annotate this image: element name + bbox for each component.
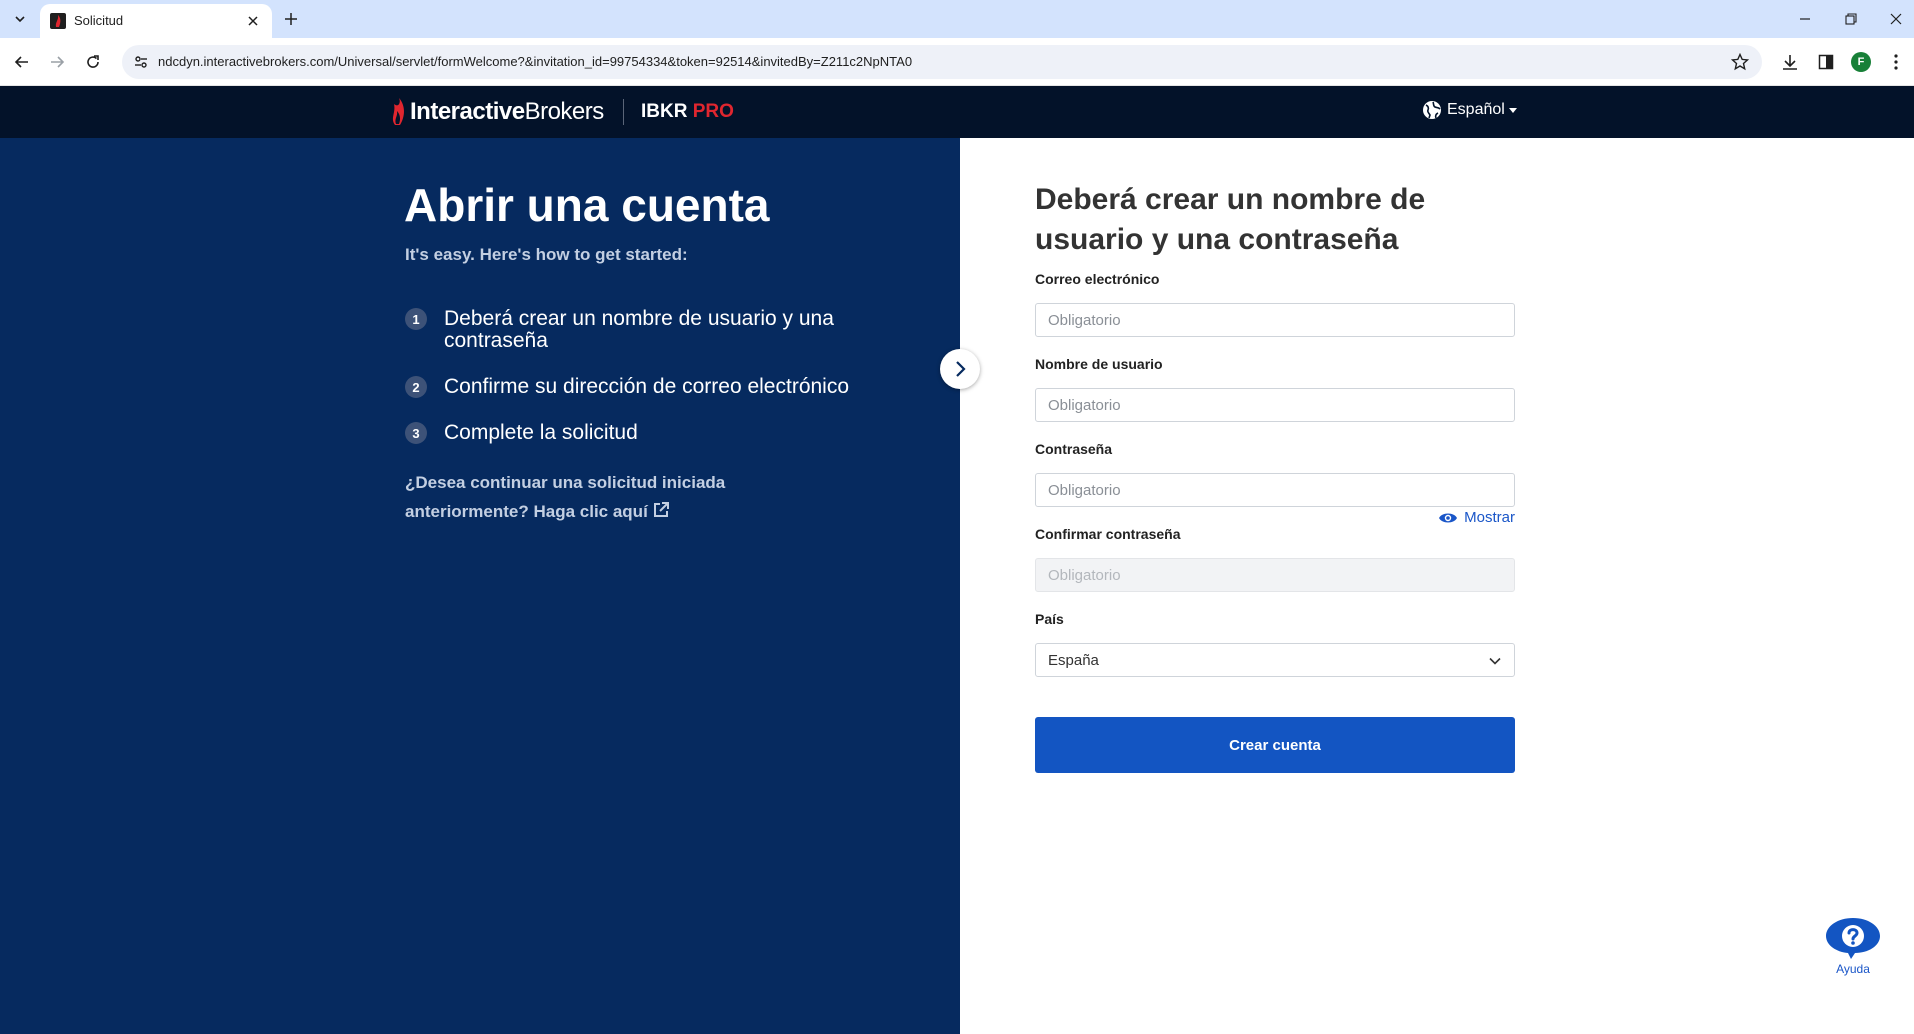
url-text: ndcdyn.interactivebrokers.com/Universal/… bbox=[158, 54, 913, 69]
browser-tab-bar: Solicitud bbox=[0, 0, 1914, 38]
help-bubble-icon bbox=[1826, 918, 1880, 959]
browser-menu-button[interactable] bbox=[1884, 50, 1908, 74]
step-item: 3 Complete la solicitud bbox=[405, 422, 885, 444]
close-icon bbox=[1890, 13, 1902, 25]
avatar: F bbox=[1851, 52, 1871, 72]
side-panel-icon bbox=[1818, 54, 1834, 70]
ibkr-pro-label: IBKR PRO bbox=[641, 101, 734, 123]
form-title: Deberá crear un nombre de usuario y una … bbox=[1035, 183, 1426, 256]
username-label: Nombre de usuario bbox=[1035, 356, 1163, 372]
help-widget[interactable]: Ayuda bbox=[1818, 916, 1888, 976]
step-text: Confirme su dirección de correo electrón… bbox=[444, 375, 850, 398]
page-title: Abrir una cuenta bbox=[404, 179, 770, 231]
chevron-right-icon bbox=[956, 361, 966, 377]
restore-icon bbox=[1845, 13, 1857, 25]
downloads-button[interactable] bbox=[1778, 50, 1802, 74]
minimize-icon bbox=[1800, 18, 1810, 20]
language-selector[interactable]: Español bbox=[1422, 100, 1517, 120]
collapse-panel-button[interactable] bbox=[940, 349, 980, 389]
external-link-icon bbox=[653, 502, 669, 517]
create-account-button[interactable]: Crear cuenta bbox=[1035, 717, 1515, 773]
interactive-brokers-logo[interactable]: InteractiveBrokers bbox=[390, 96, 604, 128]
arrow-left-icon bbox=[14, 56, 28, 68]
profile-button[interactable]: F bbox=[1849, 50, 1873, 74]
browser-toolbar: ndcdyn.interactivebrokers.com/Universal/… bbox=[0, 38, 1914, 86]
tab-title: Solicitud bbox=[74, 13, 124, 28]
forward-button[interactable] bbox=[45, 50, 69, 74]
ib-flame-icon bbox=[392, 98, 404, 125]
reload-button[interactable] bbox=[81, 50, 105, 74]
show-password-toggle[interactable]: Mostrar bbox=[1438, 509, 1515, 526]
site-settings-icon[interactable] bbox=[132, 53, 150, 71]
bookmark-star-icon[interactable] bbox=[1730, 52, 1750, 72]
close-tab-icon[interactable] bbox=[244, 12, 262, 30]
back-button[interactable] bbox=[10, 50, 34, 74]
product-tier: PRO bbox=[692, 101, 734, 122]
tab-search-button[interactable] bbox=[8, 7, 32, 31]
language-label: Español bbox=[1447, 101, 1505, 118]
step-item: 1 Deberá crear un nombre de usuario y un… bbox=[405, 308, 885, 352]
kebab-menu-icon bbox=[1894, 54, 1898, 70]
chevron-down-icon bbox=[1489, 657, 1501, 665]
globe-icon bbox=[1423, 101, 1441, 119]
new-tab-button[interactable] bbox=[280, 8, 302, 30]
help-label: Ayuda bbox=[1836, 962, 1870, 976]
email-field[interactable] bbox=[1035, 303, 1515, 337]
continue-application-link[interactable]: ¿Desea continuar una solicitud iniciada … bbox=[405, 468, 765, 526]
step-number-badge: 3 bbox=[405, 422, 427, 444]
continue-link-text: ¿Desea continuar una solicitud iniciada … bbox=[405, 473, 726, 521]
chevron-down-icon bbox=[15, 16, 25, 23]
steps-panel: Abrir una cuenta It's easy. Here's how t… bbox=[0, 138, 960, 1034]
country-select[interactable]: España bbox=[1035, 643, 1515, 677]
steps-list: 1 Deberá crear un nombre de usuario y un… bbox=[405, 308, 885, 468]
show-password-label: Mostrar bbox=[1464, 509, 1515, 526]
confirm-password-field[interactable] bbox=[1035, 558, 1515, 592]
minimize-window-button[interactable] bbox=[1790, 6, 1820, 32]
brand-light: Brokers bbox=[524, 98, 605, 125]
product-name: IBKR bbox=[641, 101, 688, 122]
confirm-password-label: Confirmar contraseña bbox=[1035, 526, 1181, 542]
reload-icon bbox=[87, 55, 99, 68]
side-panel-button[interactable] bbox=[1814, 50, 1838, 74]
brand-bold: Interactive bbox=[410, 98, 525, 125]
browser-tab[interactable]: Solicitud bbox=[40, 4, 272, 38]
email-label: Correo electrónico bbox=[1035, 271, 1160, 287]
eye-icon bbox=[1439, 513, 1458, 522]
page-subtitle: It's easy. Here's how to get started: bbox=[405, 245, 688, 264]
step-text: Deberá crear un nombre de usuario y una … bbox=[444, 307, 834, 352]
username-field[interactable] bbox=[1035, 388, 1515, 422]
country-selected-value: España bbox=[1048, 651, 1099, 669]
arrow-right-icon bbox=[51, 56, 65, 68]
password-field[interactable] bbox=[1035, 473, 1515, 507]
header-divider bbox=[623, 99, 624, 125]
step-item: 2 Confirme su dirección de correo electr… bbox=[405, 376, 885, 398]
ib-favicon-icon bbox=[50, 13, 66, 29]
password-label: Contraseña bbox=[1035, 441, 1113, 457]
country-label: País bbox=[1035, 611, 1064, 627]
restore-window-button[interactable] bbox=[1836, 6, 1866, 32]
caret-down-icon bbox=[1508, 107, 1517, 113]
address-bar[interactable]: ndcdyn.interactivebrokers.com/Universal/… bbox=[122, 45, 1762, 79]
step-number-badge: 2 bbox=[405, 376, 427, 398]
step-text: Complete la solicitud bbox=[444, 421, 638, 444]
plus-icon bbox=[285, 13, 297, 25]
site-header: InteractiveBrokers IBKR PRO Español bbox=[0, 86, 1914, 138]
step-number-badge: 1 bbox=[405, 308, 427, 330]
close-window-button[interactable] bbox=[1881, 6, 1911, 32]
download-icon bbox=[1783, 55, 1797, 70]
